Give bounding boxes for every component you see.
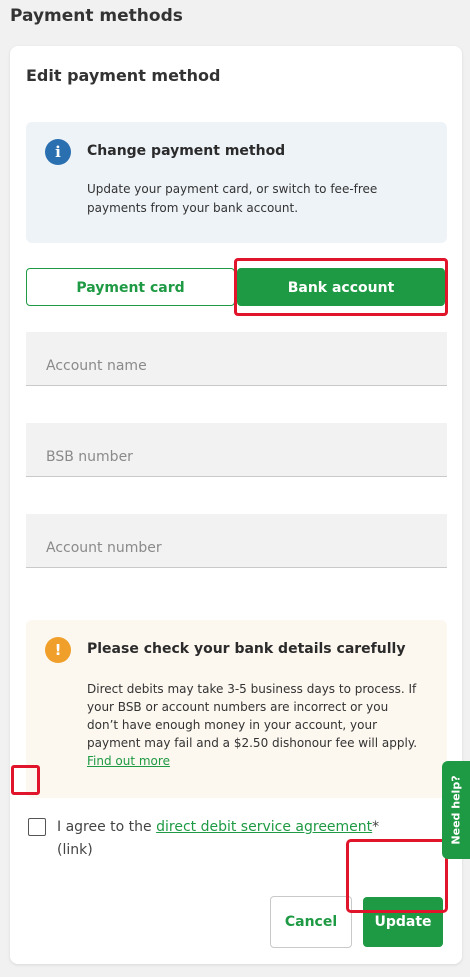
update-button[interactable]: Update xyxy=(363,897,443,947)
agreement-checkbox[interactable] xyxy=(28,818,46,836)
warning-text: Direct debits may take 3-5 business days… xyxy=(87,680,422,770)
warning-body: Direct debits may take 3-5 business days… xyxy=(87,682,418,750)
link-note: (link) xyxy=(57,842,93,858)
find-out-more-link[interactable]: Find out more xyxy=(87,754,170,768)
required-asterisk: * xyxy=(372,819,380,835)
warning-title: Please check your bank details carefully xyxy=(87,641,406,657)
warning-box: ! Please check your bank details careful… xyxy=(26,620,447,798)
cancel-button[interactable]: Cancel xyxy=(270,896,352,948)
info-box: i Change payment method Update your paym… xyxy=(26,122,447,243)
need-help-label: Need help? xyxy=(449,775,463,845)
edit-payment-card: Edit payment method i Change payment met… xyxy=(10,46,462,964)
warning-icon: ! xyxy=(45,637,71,663)
payment-card-toggle[interactable]: Payment card xyxy=(26,268,235,306)
bsb-number-input[interactable] xyxy=(26,423,447,477)
agreement-text: I agree to the direct debit service agre… xyxy=(57,816,417,862)
page-title: Payment methods xyxy=(10,6,183,26)
account-number-input[interactable] xyxy=(26,514,447,568)
agreement-prefix: I agree to the xyxy=(57,819,157,835)
info-text: Update your payment card, or switch to f… xyxy=(87,182,378,215)
bank-account-toggle[interactable]: Bank account xyxy=(237,268,445,306)
direct-debit-agreement-link[interactable]: direct debit service agreement xyxy=(156,819,372,835)
card-title: Edit payment method xyxy=(26,66,221,85)
need-help-tab[interactable]: Need help? xyxy=(442,761,470,859)
info-icon: i xyxy=(45,139,71,165)
account-name-input[interactable] xyxy=(26,332,447,386)
info-title: Change payment method xyxy=(87,143,286,159)
